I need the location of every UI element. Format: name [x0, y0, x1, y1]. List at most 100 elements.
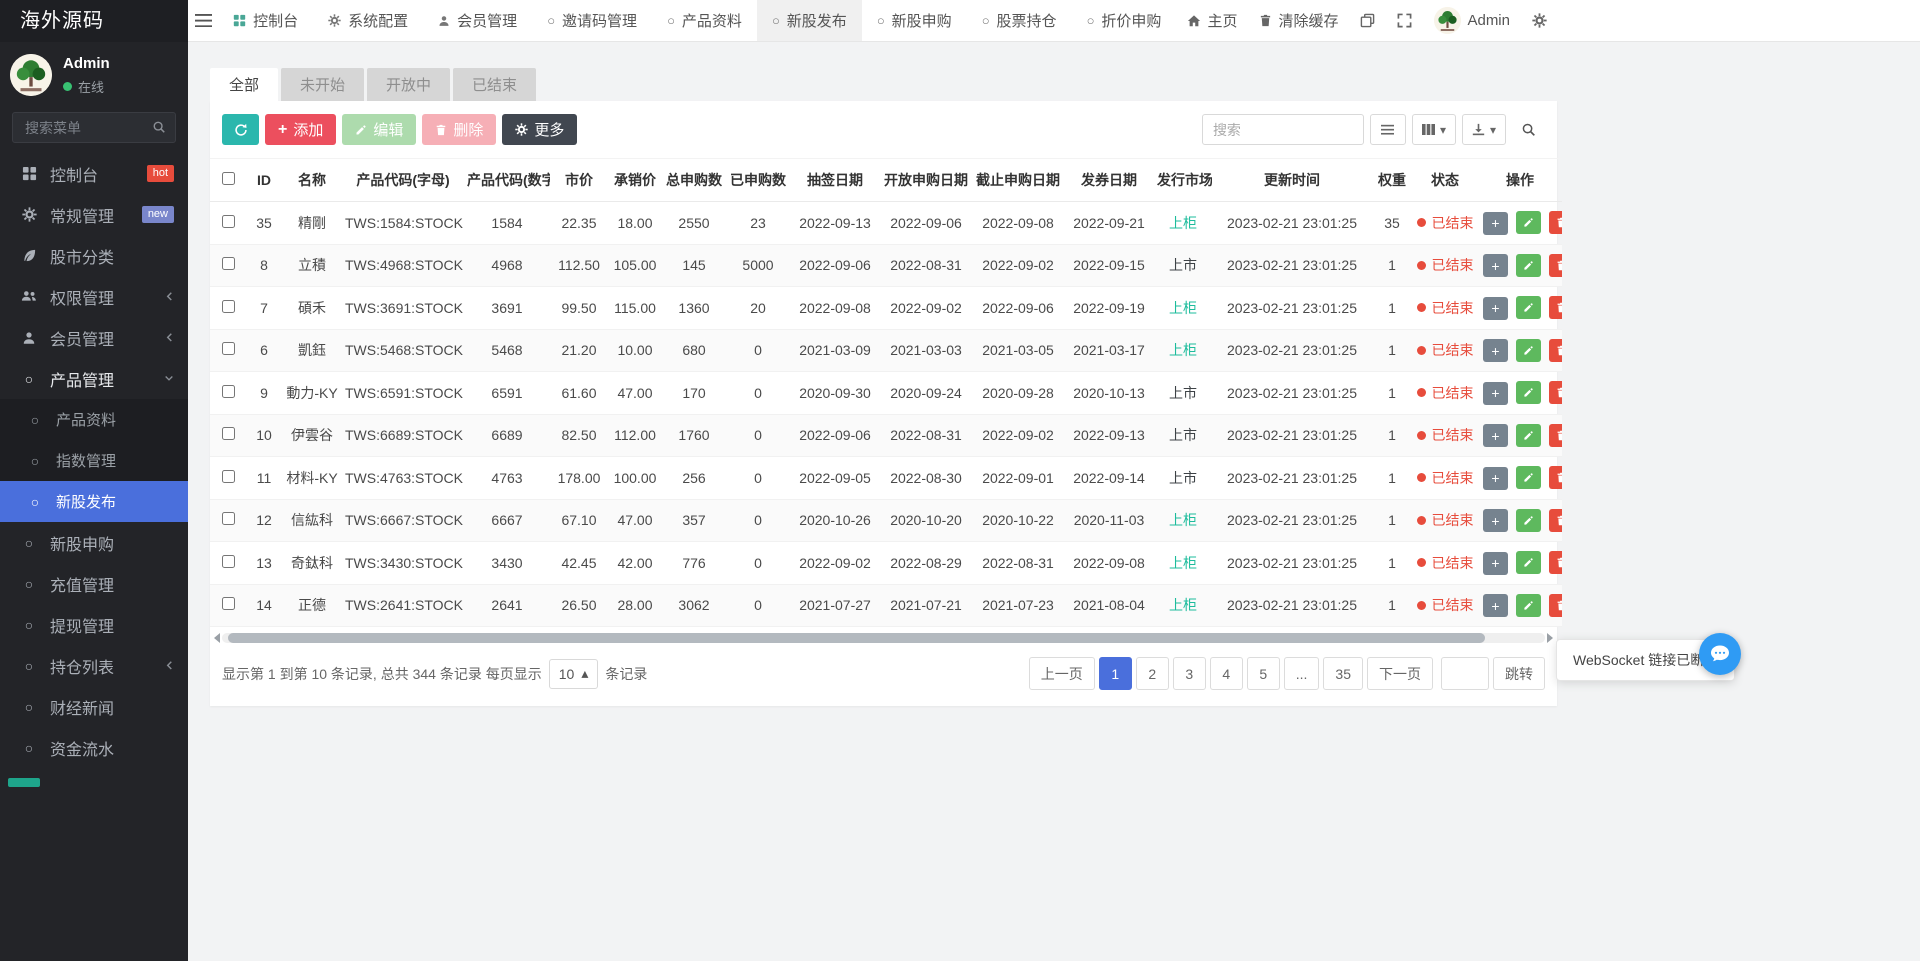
edit-button[interactable]: 编辑	[342, 114, 416, 145]
row-checkbox[interactable]	[222, 385, 235, 398]
page-3-button[interactable]: 3	[1173, 657, 1206, 690]
sidebar-item-dashboard[interactable]: 控制台 hot	[0, 153, 188, 194]
prev-page-button[interactable]: 上一页	[1029, 657, 1095, 690]
expand-row-button[interactable]: +	[1483, 594, 1508, 617]
sidebar-item-new-stock-subscription[interactable]: ○ 新股申购	[0, 522, 188, 563]
tab-stock-positions[interactable]: ○ 股票持仓	[967, 0, 1072, 41]
delete-row-button[interactable]	[1549, 509, 1562, 532]
edit-row-button[interactable]	[1516, 339, 1541, 362]
user-avatar[interactable]	[10, 54, 52, 96]
filter-tab-all[interactable]: 全部	[210, 68, 278, 101]
market-link[interactable]: 上市	[1169, 385, 1197, 401]
filter-tab-open[interactable]: 开放中	[367, 68, 450, 101]
row-checkbox[interactable]	[222, 427, 235, 440]
expand-row-button[interactable]: +	[1483, 254, 1508, 277]
next-page-button[interactable]: 下一页	[1367, 657, 1433, 690]
jump-button[interactable]: 跳转	[1493, 657, 1545, 690]
delete-row-button[interactable]	[1549, 424, 1562, 447]
expand-row-button[interactable]: +	[1483, 339, 1508, 362]
expand-row-button[interactable]: +	[1483, 509, 1508, 532]
chat-widget-button[interactable]	[1699, 633, 1741, 675]
page-1-button[interactable]: 1	[1099, 657, 1132, 690]
search-submit-button[interactable]	[1512, 114, 1545, 145]
delete-row-button[interactable]	[1549, 551, 1562, 574]
add-button[interactable]: + 添加	[265, 114, 336, 145]
sidebar-item-permissions[interactable]: 权限管理	[0, 276, 188, 317]
sidebar-item-product-info[interactable]: ○ 产品资料	[0, 399, 188, 440]
market-link[interactable]: 上柜	[1169, 342, 1197, 358]
more-button[interactable]: 更多	[502, 114, 577, 145]
edit-row-button[interactable]	[1516, 381, 1541, 404]
edit-row-button[interactable]	[1516, 551, 1541, 574]
delete-row-button[interactable]	[1549, 211, 1562, 234]
sidebar-item-members[interactable]: 会员管理	[0, 317, 188, 358]
row-checkbox[interactable]	[222, 215, 235, 228]
row-checkbox[interactable]	[222, 512, 235, 525]
edit-row-button[interactable]	[1516, 509, 1541, 532]
home-button[interactable]: 主页	[1176, 0, 1248, 41]
edit-row-button[interactable]	[1516, 594, 1541, 617]
page-35-button[interactable]: 35	[1323, 657, 1363, 690]
delete-row-button[interactable]	[1549, 466, 1562, 489]
edit-row-button[interactable]	[1516, 466, 1541, 489]
row-checkbox[interactable]	[222, 342, 235, 355]
sidebar-item-index-mgmt[interactable]: ○ 指数管理	[0, 440, 188, 481]
sidebar-item-withdrawal[interactable]: ○ 提现管理	[0, 604, 188, 645]
row-checkbox[interactable]	[222, 257, 235, 270]
market-link[interactable]: 上市	[1169, 427, 1197, 443]
edit-row-button[interactable]	[1516, 211, 1541, 234]
filter-tab-ended[interactable]: 已结束	[453, 68, 536, 101]
fullscreen-button[interactable]	[1386, 0, 1423, 41]
page-2-button[interactable]: 2	[1136, 657, 1169, 690]
expand-row-button[interactable]: +	[1483, 297, 1508, 320]
expand-row-button[interactable]: +	[1483, 382, 1508, 405]
topbar-avatar[interactable]: Admin	[1423, 0, 1521, 41]
market-link[interactable]: 上柜	[1169, 512, 1197, 528]
jump-page-input[interactable]	[1441, 657, 1489, 690]
select-all-checkbox[interactable]	[222, 172, 235, 185]
row-checkbox[interactable]	[222, 470, 235, 483]
sidebar-item-recharge[interactable]: ○ 充值管理	[0, 563, 188, 604]
expand-row-button[interactable]: +	[1483, 424, 1508, 447]
sidebar-item-new-stock-release[interactable]: ○ 新股发布	[0, 481, 188, 522]
delete-row-button[interactable]	[1549, 594, 1562, 617]
page-size-dropdown[interactable]: 10 ▴	[549, 659, 599, 689]
scrollbar-track[interactable]	[222, 633, 1545, 643]
scroll-left-arrow[interactable]	[214, 633, 220, 643]
filter-tab-not-started[interactable]: 未开始	[281, 68, 364, 101]
edit-row-button[interactable]	[1516, 296, 1541, 319]
expand-row-button[interactable]: +	[1483, 212, 1508, 235]
sidebar-item-positions[interactable]: ○ 持仓列表	[0, 645, 188, 686]
delete-row-button[interactable]	[1549, 254, 1562, 277]
delete-row-button[interactable]	[1549, 339, 1562, 362]
tab-new-stock-release[interactable]: ○ 新股发布	[757, 0, 862, 41]
edit-row-button[interactable]	[1516, 254, 1541, 277]
expand-row-button[interactable]: +	[1483, 552, 1508, 575]
market-link[interactable]: 上市	[1169, 470, 1197, 486]
tab-product-info[interactable]: ○ 产品资料	[652, 0, 757, 41]
market-link[interactable]: 上柜	[1169, 597, 1197, 613]
page-4-button[interactable]: 4	[1210, 657, 1243, 690]
delete-row-button[interactable]	[1549, 381, 1562, 404]
tab-system-config[interactable]: 系统配置	[313, 0, 423, 41]
export-button[interactable]: ▾	[1462, 114, 1506, 145]
market-link[interactable]: 上柜	[1169, 555, 1197, 571]
scrollbar-thumb[interactable]	[228, 633, 1485, 643]
row-checkbox[interactable]	[222, 555, 235, 568]
clear-cache-button[interactable]: 清除缓存	[1248, 0, 1349, 41]
scroll-right-arrow[interactable]	[1547, 633, 1553, 643]
tab-discount-subscription[interactable]: ○ 折价申购	[1072, 0, 1177, 41]
sidebar-item-finance-news[interactable]: ○ 财经新闻	[0, 686, 188, 727]
tab-invite-codes[interactable]: ○ 邀请码管理	[532, 0, 652, 41]
delete-button[interactable]: 删除	[422, 114, 496, 145]
row-checkbox[interactable]	[222, 300, 235, 313]
columns-button[interactable]: ▾	[1412, 114, 1456, 145]
edit-row-button[interactable]	[1516, 424, 1541, 447]
delete-row-button[interactable]	[1549, 296, 1562, 319]
detail-view-button[interactable]	[1370, 114, 1406, 145]
market-link[interactable]: 上市	[1169, 257, 1197, 273]
market-link[interactable]: 上柜	[1169, 215, 1197, 231]
sidebar-item-fund-flow[interactable]: ○ 资金流水	[0, 727, 188, 768]
settings-button[interactable]	[1521, 0, 1558, 41]
sidebar-item-market-category[interactable]: 股市分类	[0, 235, 188, 276]
